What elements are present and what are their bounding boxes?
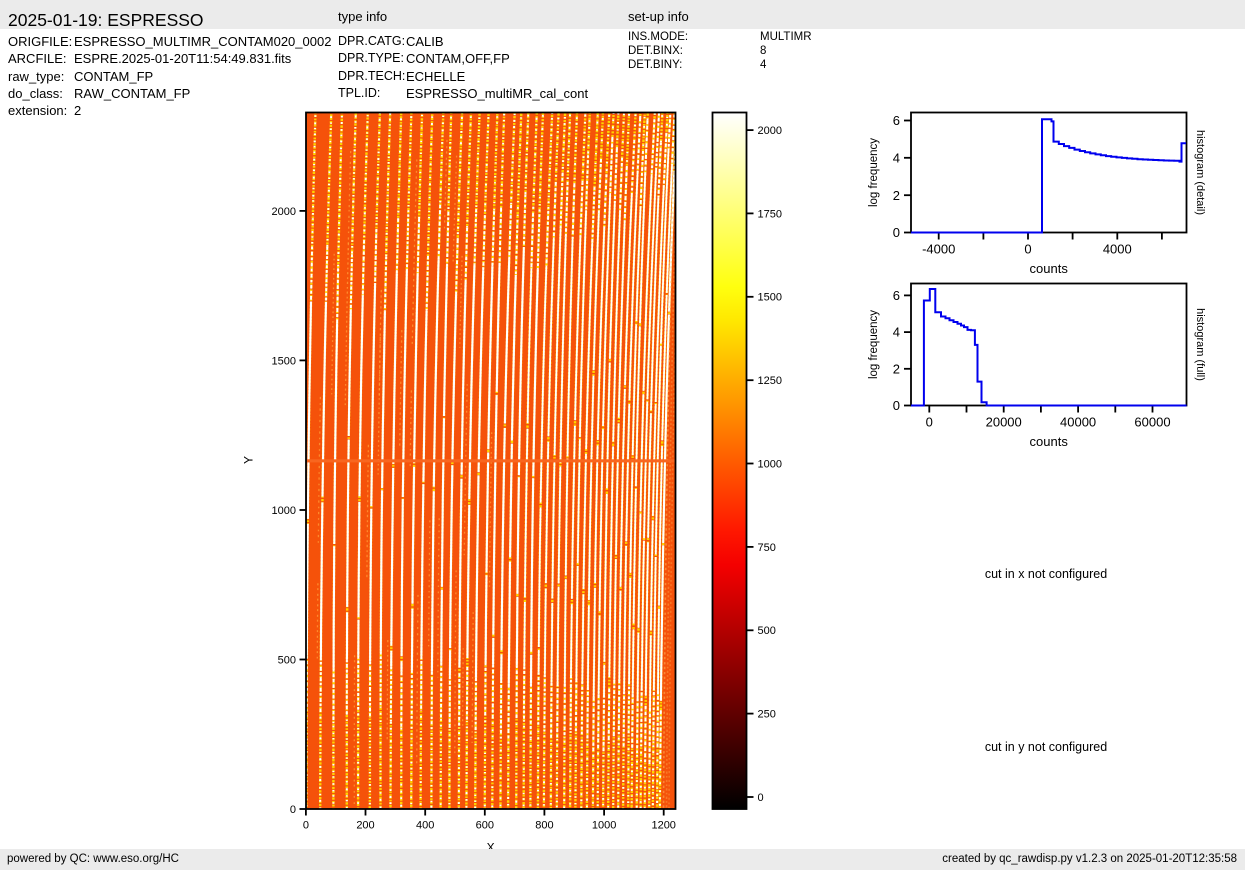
svg-text:200: 200	[356, 820, 374, 832]
svg-text:1000: 1000	[272, 505, 296, 517]
svg-text:counts: counts	[1030, 434, 1069, 449]
svg-text:800: 800	[535, 820, 553, 832]
svg-text:2: 2	[893, 188, 900, 203]
svg-text:4: 4	[893, 325, 900, 340]
svg-text:500: 500	[278, 654, 296, 666]
svg-text:1000: 1000	[592, 820, 616, 832]
svg-text:400: 400	[416, 820, 434, 832]
svg-text:60000: 60000	[1134, 415, 1170, 430]
svg-text:4: 4	[893, 150, 900, 165]
svg-text:250: 250	[758, 709, 776, 721]
svg-text:600: 600	[476, 820, 494, 832]
svg-text:cut in x not configured: cut in x not configured	[985, 567, 1107, 581]
svg-text:log frequency: log frequency	[868, 138, 880, 207]
svg-text:counts: counts	[1030, 261, 1069, 276]
svg-text:2: 2	[893, 361, 900, 376]
svg-text:2000: 2000	[758, 125, 782, 137]
svg-text:750: 750	[758, 542, 776, 554]
svg-text:1000: 1000	[758, 458, 782, 470]
svg-text:20000: 20000	[986, 415, 1022, 430]
svg-text:0: 0	[290, 804, 296, 816]
svg-text:0: 0	[893, 225, 900, 240]
svg-text:cut in y not configured: cut in y not configured	[985, 740, 1107, 754]
svg-text:1750: 1750	[758, 208, 782, 220]
svg-text:1200: 1200	[651, 820, 675, 832]
svg-text:-4000: -4000	[922, 242, 955, 257]
svg-text:1500: 1500	[272, 355, 296, 367]
svg-text:40000: 40000	[1060, 415, 1096, 430]
svg-text:histogram (full): histogram (full)	[1194, 308, 1206, 381]
svg-text:2000: 2000	[272, 206, 296, 218]
svg-text:1250: 1250	[758, 375, 782, 387]
svg-text:0: 0	[926, 415, 933, 430]
svg-text:histogram (detail): histogram (detail)	[1194, 130, 1206, 215]
svg-text:0: 0	[1024, 242, 1031, 257]
svg-text:500: 500	[758, 625, 776, 637]
svg-text:4000: 4000	[1103, 242, 1132, 257]
svg-text:0: 0	[893, 398, 900, 413]
svg-text:6: 6	[893, 113, 900, 128]
svg-text:0: 0	[303, 820, 309, 832]
svg-text:log frequency: log frequency	[868, 310, 880, 379]
svg-text:6: 6	[893, 288, 900, 303]
svg-text:Y: Y	[242, 456, 256, 464]
svg-text:0: 0	[758, 792, 764, 804]
svg-text:1500: 1500	[758, 292, 782, 304]
